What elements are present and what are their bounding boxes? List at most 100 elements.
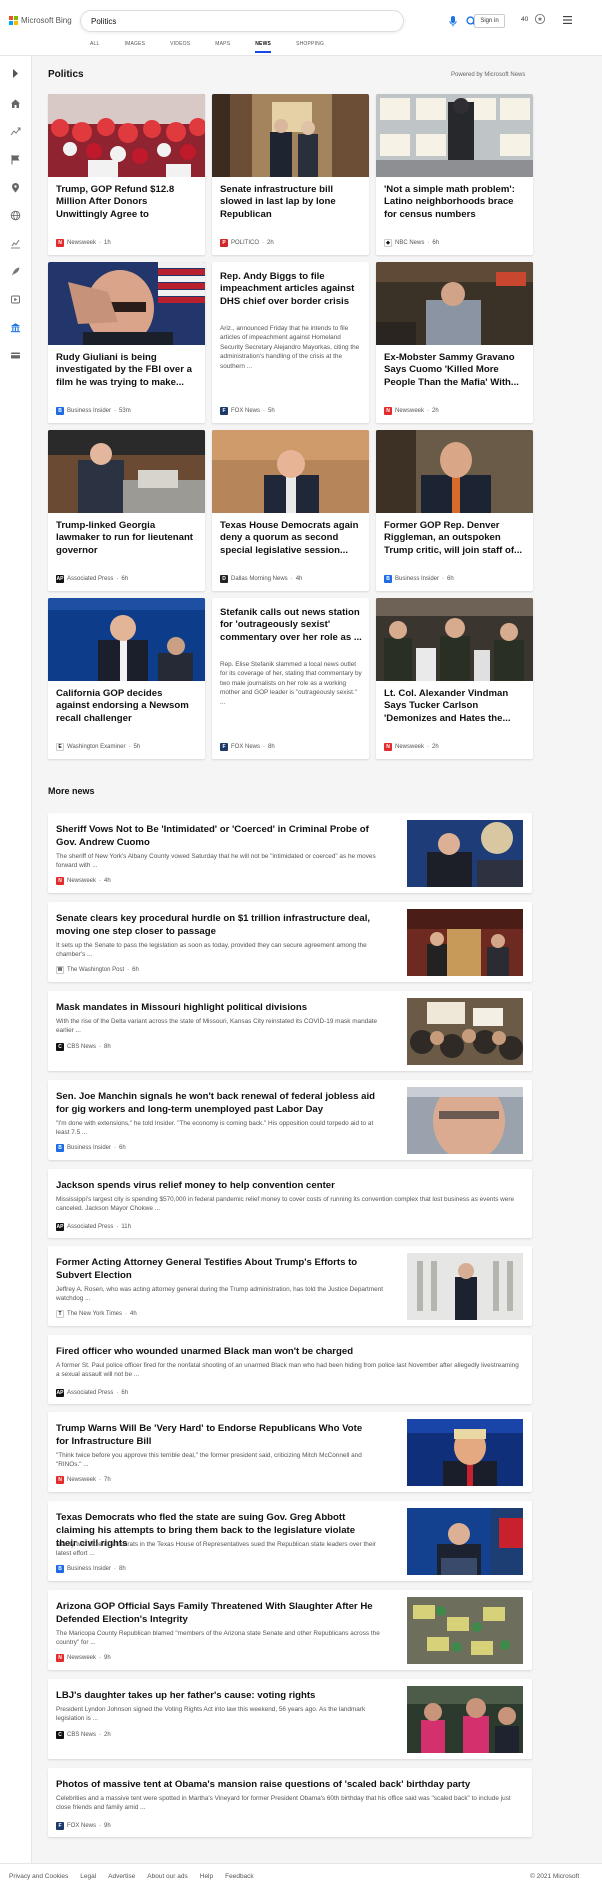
footer-link-feedback[interactable]: Feedback — [225, 1873, 254, 1880]
news-card[interactable]: Stefanik calls out news station for 'out… — [212, 598, 369, 759]
news-card[interactable]: Texas House Democrats again deny a quoru… — [212, 430, 369, 591]
item-title[interactable]: Trump Warns Will Be 'Very Hard' to Endor… — [56, 1422, 376, 1448]
item-title[interactable]: Senate clears key procedural hurdle on $… — [56, 912, 376, 938]
time-ago: 6h — [121, 576, 129, 582]
source-name: Associated Press — [67, 576, 114, 582]
search-input[interactable] — [91, 14, 351, 29]
header: Microsoft Bing Sign in 40 ALL IMAGES VID… — [0, 0, 602, 56]
card-source: N Newsweek · 1h — [56, 239, 111, 247]
card-source: E Washington Examiner · 5h — [56, 743, 140, 751]
source-name: FOX News — [231, 744, 261, 750]
source-name: Newsweek — [395, 408, 425, 414]
politics-building-icon[interactable] — [10, 322, 21, 333]
item-snippet: "I'm done with extensions," he told Insi… — [56, 1120, 374, 1137]
card-title[interactable]: Trump-linked Georgia lawmaker to run for… — [56, 520, 198, 557]
card-title[interactable]: Texas House Democrats again deny a quoru… — [220, 520, 362, 557]
source-name: Business Insider — [395, 576, 440, 582]
item-title[interactable]: Sen. Joe Manchin signals he won't back r… — [56, 1090, 376, 1116]
tab-news[interactable]: NEWS — [255, 39, 271, 55]
more-news-item[interactable]: Sheriff Vows Not to Be 'Intimidated' or … — [48, 813, 532, 893]
item-title[interactable]: Mask mandates in Missouri highlight poli… — [56, 1001, 376, 1014]
card-snippet: Ariz., announced Friday that he intends … — [220, 325, 360, 370]
footer-link-privacy[interactable]: Privacy and Cookies — [9, 1873, 68, 1880]
hamburger-menu-icon[interactable] — [563, 16, 572, 24]
expand-chevron-icon[interactable] — [10, 68, 21, 79]
source-name: Newsweek — [67, 240, 97, 246]
card-title[interactable]: Trump, GOP Refund $12.8 Million After Do… — [56, 184, 198, 222]
more-news-item[interactable]: Texas Democrats who fled the state are s… — [48, 1501, 532, 1581]
item-title[interactable]: LBJ's daughter takes up her father's cau… — [56, 1689, 376, 1702]
card-icon[interactable] — [10, 350, 21, 361]
trending-icon[interactable] — [10, 126, 21, 137]
news-card[interactable]: Trump, GOP Refund $12.8 Million After Do… — [48, 94, 205, 255]
rocket-icon[interactable] — [10, 266, 21, 277]
card-title[interactable]: Ex-Mobster Sammy Gravano Says Cuomo 'Kil… — [384, 352, 526, 389]
news-card[interactable]: California GOP decides against endorsing… — [48, 598, 205, 759]
item-snippet: It sets up the Senate to pass the legisl… — [56, 942, 367, 959]
more-news-item[interactable]: Fired officer who wounded unarmed Black … — [48, 1335, 532, 1404]
footer-link-about-ads[interactable]: About our ads — [147, 1873, 187, 1880]
card-title[interactable]: Rudy Giuliani is being investigated by t… — [56, 352, 198, 389]
tab-images[interactable]: IMAGES — [125, 39, 146, 55]
video-icon[interactable] — [10, 294, 21, 305]
item-title[interactable]: Photos of massive tent at Obama's mansio… — [56, 1778, 521, 1791]
location-pin-icon[interactable] — [10, 182, 21, 193]
item-title[interactable]: Sheriff Vows Not to Be 'Intimidated' or … — [56, 823, 376, 849]
newsweek-logo-icon: N — [384, 743, 392, 751]
tab-shopping[interactable]: SHOPPING — [296, 39, 324, 55]
footer-link-legal[interactable]: Legal — [80, 1873, 96, 1880]
item-snippet: The sheriff of New York's Albany County … — [56, 853, 376, 870]
globe-icon[interactable] — [10, 210, 21, 221]
news-card[interactable]: Senate infrastructure bill slowed in las… — [212, 94, 369, 255]
card-title[interactable]: Senate infrastructure bill slowed in las… — [220, 184, 362, 221]
item-title[interactable]: Fired officer who wounded unarmed Black … — [56, 1345, 521, 1358]
flag-icon[interactable] — [10, 154, 21, 165]
brand-text: Microsoft Bing — [21, 16, 72, 25]
news-card[interactable]: Rep. Andy Biggs to file impeachment arti… — [212, 262, 369, 423]
more-news-item[interactable]: Photos of massive tent at Obama's mansio… — [48, 1768, 532, 1837]
card-title[interactable]: 'Not a simple math problem': Latino neig… — [384, 184, 526, 221]
footer-link-help[interactable]: Help — [200, 1873, 213, 1880]
card-title[interactable]: Former GOP Rep. Denver Riggleman, an out… — [384, 520, 526, 557]
more-news-item[interactable]: Mask mandates in Missouri highlight poli… — [48, 991, 532, 1071]
more-news-item[interactable]: Senate clears key procedural hurdle on $… — [48, 902, 532, 982]
census-signs-image — [376, 94, 533, 177]
tab-all[interactable]: ALL — [90, 39, 100, 55]
card-title[interactable]: Rep. Andy Biggs to file impeachment arti… — [220, 271, 362, 308]
more-news-item[interactable]: Sen. Joe Manchin signals he won't back r… — [48, 1080, 532, 1160]
news-card[interactable]: Ex-Mobster Sammy Gravano Says Cuomo 'Kil… — [376, 262, 533, 423]
footer-link-advertise[interactable]: Advertise — [108, 1873, 135, 1880]
rewards-medal-icon[interactable] — [534, 13, 546, 25]
card-title[interactable]: Stefanik calls out news station for 'out… — [220, 607, 362, 644]
mask-protest-image — [407, 998, 523, 1065]
news-card[interactable]: Trump-linked Georgia lawmaker to run for… — [48, 430, 205, 591]
time-ago: 6h — [447, 576, 454, 582]
tab-maps[interactable]: MAPS — [215, 39, 230, 55]
money-chart-icon[interactable] — [10, 238, 21, 249]
more-news-item[interactable]: Arizona GOP Official Says Family Threate… — [48, 1590, 532, 1670]
business-insider-logo-icon: B — [56, 1144, 64, 1152]
more-news-item[interactable]: Jackson spends virus relief money to hel… — [48, 1169, 532, 1238]
source-name: CBS News — [67, 1044, 97, 1050]
news-card[interactable]: Rudy Giuliani is being investigated by t… — [48, 262, 205, 423]
news-card[interactable]: 'Not a simple math problem': Latino neig… — [376, 94, 533, 255]
item-title[interactable]: Arizona GOP Official Says Family Threate… — [56, 1600, 376, 1626]
bing-logo[interactable]: Microsoft Bing — [9, 16, 72, 25]
sign-in-button[interactable]: Sign in — [474, 14, 505, 28]
source-name: NBC News — [395, 240, 425, 246]
home-icon[interactable] — [10, 98, 21, 109]
powered-by-label: Powered by Microsoft News — [451, 72, 526, 78]
footer: Privacy and Cookies Legal Advertise Abou… — [0, 1863, 602, 1889]
news-card[interactable]: Former GOP Rep. Denver Riggleman, an out… — [376, 430, 533, 591]
more-news-item[interactable]: LBJ's daughter takes up her father's cau… — [48, 1679, 532, 1759]
fox-news-logo-icon: F — [220, 407, 228, 415]
tab-videos[interactable]: VIDEOS — [170, 39, 190, 55]
item-title[interactable]: Former Acting Attorney General Testifies… — [56, 1256, 376, 1282]
card-title[interactable]: Lt. Col. Alexander Vindman Says Tucker C… — [384, 688, 526, 725]
microphone-icon[interactable] — [449, 16, 457, 27]
news-card[interactable]: Lt. Col. Alexander Vindman Says Tucker C… — [376, 598, 533, 759]
more-news-item[interactable]: Former Acting Attorney General Testifies… — [48, 1246, 532, 1326]
more-news-item[interactable]: Trump Warns Will Be 'Very Hard' to Endor… — [48, 1412, 532, 1492]
item-title[interactable]: Jackson spends virus relief money to hel… — [56, 1179, 521, 1192]
card-title[interactable]: California GOP decides against endorsing… — [56, 688, 198, 725]
